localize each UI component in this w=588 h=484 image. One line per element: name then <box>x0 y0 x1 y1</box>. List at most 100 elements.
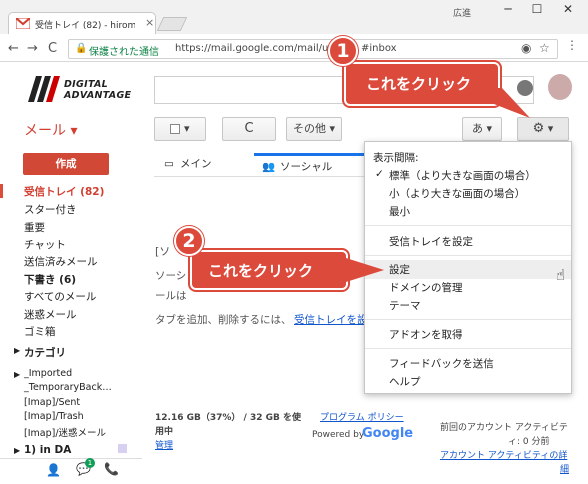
callout-2-box: これをクリック <box>190 250 348 290</box>
hangouts-badge: 1 <box>85 458 95 468</box>
address-bar[interactable]: 🔒 保護された通信 https://mail.google.com/mail/u… <box>68 39 558 59</box>
configure-inbox-item[interactable]: 受信トレイを設定 <box>389 234 473 249</box>
tab-close-icon[interactable]: × <box>145 16 154 29</box>
sidebar-item-label[interactable]: _Imported <box>24 368 72 379</box>
powered-by: Powered by <box>312 430 365 440</box>
sidebar-item-label[interactable]: [Imap]/Trash <box>24 411 84 422</box>
divider <box>365 348 571 349</box>
inbox-settings-link[interactable]: 受信トレイを設 <box>294 312 368 327</box>
more-button[interactable]: その他 ▾ <box>286 117 342 141</box>
back-icon[interactable]: ← <box>8 41 19 56</box>
divider <box>365 255 571 256</box>
compose-button[interactable]: 作成 <box>23 153 109 175</box>
sidebar-item-label[interactable]: _TemporaryBack… <box>24 382 112 393</box>
address-toolbar: ← → C 🔒 保護された通信 https://mail.google.com/… <box>0 34 588 62</box>
tab-title: 受信トレイ (82) - hiromi-s <box>35 21 135 31</box>
settings-dropdown: 表示間隔: ✓ 標準（より大きな画面の場合） 小（より大きな画面の場合） 最小 … <box>364 141 572 394</box>
density-label: 表示間隔: <box>373 152 419 164</box>
tab-primary-label: メイン <box>180 158 212 170</box>
inbox-icon: ▭ <box>164 158 174 170</box>
step-2-badge: 2 <box>174 226 204 256</box>
sidebar-divider <box>0 458 142 459</box>
settings-gear-button[interactable]: ⚙ ▾ <box>517 117 569 141</box>
callout-1-text: これをクリック <box>366 75 472 93</box>
manage-storage-link[interactable]: 管理 <box>155 438 173 451</box>
select-checkbox-button[interactable]: ▾ <box>154 117 206 141</box>
themes-item[interactable]: テーマ <box>389 298 421 313</box>
gear-icon: ⚙ <box>532 121 545 136</box>
tab-social-label: ソーシャル <box>280 161 333 173</box>
expand-arrow-icon[interactable]: ▶ <box>14 370 20 379</box>
inbox-tabs: ▭ メイン 👥 ソーシャル <box>154 153 364 177</box>
url-tail: #inbox <box>361 43 397 54</box>
callout-1-box: これをクリック <box>344 62 500 106</box>
help-item[interactable]: ヘルプ <box>389 374 421 389</box>
sidebar-item-label[interactable]: 1) in DA <box>24 444 71 456</box>
minimize-icon[interactable]: ─ <box>498 2 518 16</box>
density-compact[interactable]: 最小 <box>389 204 410 219</box>
logo-text-top: DIGITAL <box>64 79 109 90</box>
tab-social[interactable]: 👥 ソーシャル <box>254 153 364 177</box>
maximize-icon[interactable]: ☐ <box>527 2 547 16</box>
sidebar-item-trash[interactable]: ゴミ箱 <box>24 324 56 339</box>
sidebar-item-important[interactable]: 重要 <box>24 220 45 235</box>
forward-icon[interactable]: → <box>27 41 38 56</box>
sidebar-item-categories[interactable]: カテゴリ <box>24 345 66 360</box>
body-text: ソーシ <box>155 270 187 282</box>
hand-cursor-icon: ☝ <box>556 266 566 284</box>
inbox-active-indicator <box>0 184 3 198</box>
activity-text: 前回のアカウント アクティビテ <box>440 423 568 433</box>
avatar[interactable] <box>548 74 572 100</box>
divider <box>365 225 571 226</box>
step-1-badge: 1 <box>328 36 358 66</box>
sidebar-item-label[interactable]: [Imap]/Sent <box>24 397 80 408</box>
input-tools-button[interactable]: あ ▾ <box>462 117 502 141</box>
google-logo: Google <box>362 426 414 441</box>
expand-arrow-icon[interactable]: ▶ <box>14 446 20 455</box>
eye-icon[interactable]: ◉ <box>521 41 531 55</box>
callout-2-text: これをクリック <box>208 262 314 280</box>
send-feedback-item[interactable]: フィードバックを送信 <box>389 356 494 371</box>
browser-tab[interactable]: 受信トレイ (82) - hiromi-s × <box>8 12 156 34</box>
body-text: タブを追加、削除するには、 <box>155 314 292 326</box>
person-icon[interactable]: 👤 <box>46 463 61 477</box>
activity-details-link[interactable]: アカウント アクティビティの詳 <box>440 448 567 461</box>
label-color-swatch <box>118 444 127 453</box>
storage-usage-2: 用中 <box>155 427 174 437</box>
divider <box>365 319 571 320</box>
tab-primary[interactable]: ▭ メイン <box>154 153 254 177</box>
sidebar-item-starred[interactable]: スター付き <box>24 202 77 217</box>
logo-mark-icon <box>28 76 60 102</box>
density-cozy[interactable]: 小（より大きな画面の場合） <box>389 186 525 201</box>
profile-name[interactable]: 広進 <box>453 6 471 19</box>
refresh-button[interactable]: C <box>222 117 276 141</box>
callout-1-arrow <box>494 88 530 118</box>
activity-details-link-2[interactable]: 細 <box>560 462 569 475</box>
browser-menu-icon[interactable]: ⋮ <box>566 38 578 52</box>
lock-icon: 🔒 <box>75 43 88 54</box>
sidebar-item-spam[interactable]: 迷惑メール <box>24 307 77 322</box>
program-policy-link[interactable]: プログラム ポリシー <box>320 410 404 423</box>
phone-icon[interactable]: 📞 <box>104 462 119 476</box>
expand-arrow-icon[interactable]: ▶ <box>14 346 20 355</box>
reload-icon[interactable]: C <box>48 41 57 56</box>
sidebar-item-inbox[interactable]: 受信トレイ (82) <box>24 184 104 199</box>
sidebar-item-sent[interactable]: 送信済みメール <box>24 254 98 269</box>
digital-advantage-logo[interactable]: DIGITAL ADVANTAGE <box>26 74 136 104</box>
settings-item[interactable]: 設定 <box>389 262 410 277</box>
get-addons-item[interactable]: アドオンを取得 <box>389 327 463 342</box>
close-window-icon[interactable]: ✕ <box>558 2 578 16</box>
body-heading: [ソ <box>155 245 171 258</box>
check-icon: ✓ <box>375 168 384 180</box>
sidebar-item-drafts[interactable]: 下書き (6) <box>24 272 76 287</box>
density-comfortable[interactable]: 標準（より大きな画面の場合） <box>389 168 536 183</box>
activity-text: ィ: 0 分前 <box>508 437 550 447</box>
storage-usage: 12.16 GB（37%） / 32 GB を使 <box>155 413 301 423</box>
sidebar-item-all-mail[interactable]: すべてのメール <box>24 289 96 304</box>
manage-domain-item[interactable]: ドメインの管理 <box>389 280 463 295</box>
star-icon[interactable]: ☆ <box>539 41 550 55</box>
mail-menu[interactable]: メール ▾ <box>24 120 77 140</box>
sidebar-item-chat[interactable]: チャット <box>24 237 66 252</box>
sidebar-item-label[interactable]: [Imap]/迷惑メール <box>24 425 106 439</box>
secure-label: 保護された通信 <box>89 47 159 58</box>
